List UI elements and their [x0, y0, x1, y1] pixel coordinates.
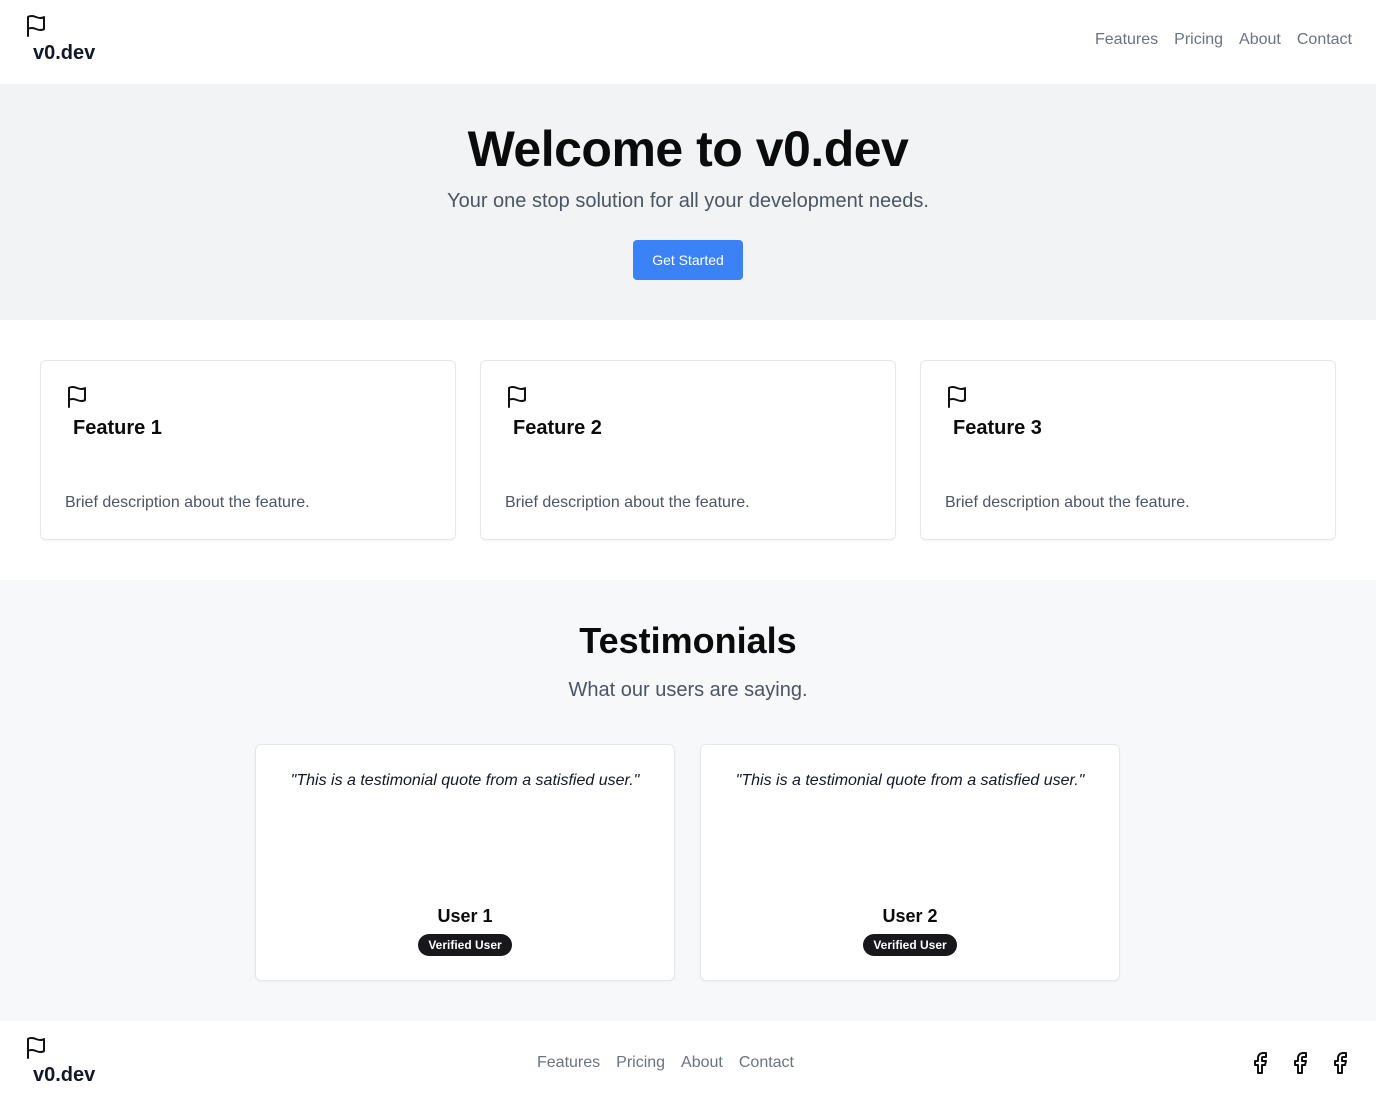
- facebook-icon[interactable]: [1248, 1051, 1272, 1075]
- feature-title: Feature 1: [73, 417, 162, 439]
- site-header: v0.dev Features Pricing About Contact: [0, 0, 1376, 84]
- nav-link-contact[interactable]: Contact: [1297, 31, 1352, 49]
- footer-link-about[interactable]: About: [681, 1054, 723, 1072]
- footer-link-contact[interactable]: Contact: [739, 1054, 794, 1072]
- flag-icon: [27, 15, 45, 37]
- main-nav: Features Pricing About Contact: [1095, 31, 1352, 49]
- feature-card: Feature 3 Brief description about the fe…: [920, 360, 1336, 540]
- feature-card: Feature 1 Brief description about the fe…: [40, 360, 456, 540]
- feature-description: Brief description about the feature.: [505, 494, 750, 511]
- get-started-button[interactable]: Get Started: [633, 240, 743, 280]
- testimonial-quote: "This is a testimonial quote from a sati…: [290, 772, 640, 789]
- footer-link-pricing[interactable]: Pricing: [616, 1054, 665, 1072]
- footer-link-features[interactable]: Features: [537, 1054, 600, 1072]
- testimonial-card: "This is a testimonial quote from a sati…: [255, 744, 675, 981]
- testimonial-user: User 1: [437, 906, 493, 926]
- feature-card: Feature 2 Brief description about the fe…: [480, 360, 896, 540]
- hero-section: Welcome to v0.dev Your one stop solution…: [0, 84, 1376, 320]
- testimonial-quote: "This is a testimonial quote from a sati…: [735, 772, 1085, 789]
- flag-icon: [27, 1037, 45, 1059]
- footer-brand-name: v0.dev: [33, 1064, 96, 1086]
- nav-link-pricing[interactable]: Pricing: [1174, 31, 1223, 49]
- testimonial-user: User 2: [882, 906, 938, 926]
- verified-badge: Verified User: [418, 934, 512, 956]
- social-links: [1248, 1051, 1352, 1075]
- verified-badge: Verified User: [863, 934, 957, 956]
- hero-subtitle: Your one stop solution for all your deve…: [447, 190, 929, 212]
- nav-link-about[interactable]: About: [1239, 31, 1281, 49]
- testimonials-section: Testimonials What our users are saying. …: [0, 580, 1376, 1021]
- flag-icon: [508, 386, 526, 408]
- features-section: Feature 1 Brief description about the fe…: [0, 320, 1376, 580]
- feature-title: Feature 3: [953, 417, 1042, 439]
- facebook-icon[interactable]: [1288, 1051, 1312, 1075]
- footer-nav: Features Pricing About Contact: [537, 1054, 794, 1072]
- site-footer: v0.dev Features Pricing About Contact: [0, 1021, 1376, 1105]
- feature-description: Brief description about the feature.: [65, 494, 310, 511]
- testimonial-card: "This is a testimonial quote from a sati…: [700, 744, 1120, 981]
- brand-name: v0.dev: [33, 42, 96, 64]
- testimonials-subtitle: What our users are saying.: [568, 679, 808, 701]
- feature-title: Feature 2: [513, 417, 602, 439]
- flag-icon: [68, 386, 86, 408]
- facebook-icon[interactable]: [1328, 1051, 1352, 1075]
- hero-title: Welcome to v0.dev: [467, 121, 909, 177]
- nav-link-features[interactable]: Features: [1095, 31, 1158, 49]
- feature-description: Brief description about the feature.: [945, 494, 1190, 511]
- flag-icon: [948, 386, 966, 408]
- testimonials-title: Testimonials: [579, 620, 797, 661]
